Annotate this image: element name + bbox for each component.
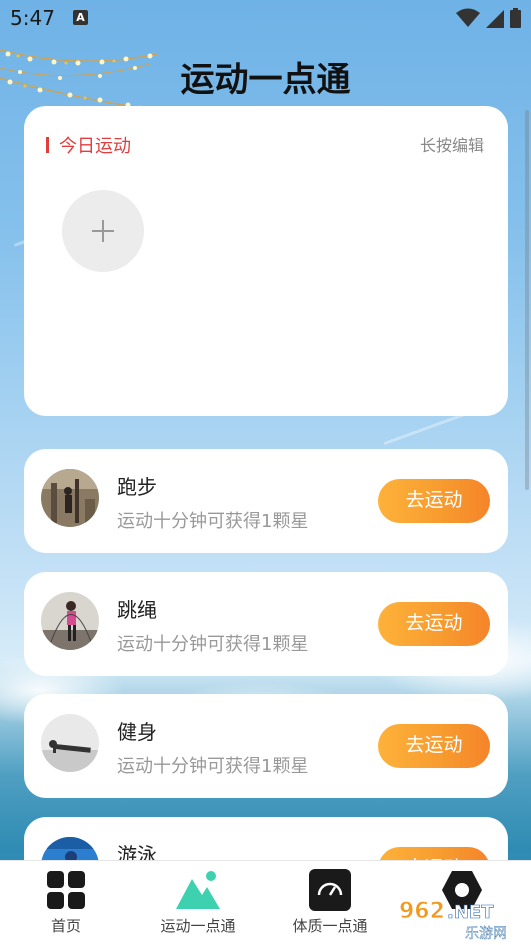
scrollbar[interactable] [525,110,529,490]
svg-text:962: 962 [399,899,445,924]
exercise-desc: 运动十分钟可获得1颗星 [117,511,309,532]
status-time: 5:47 [10,6,55,30]
gauge-icon [309,869,351,911]
a-icon: A [73,10,88,25]
nav-item-exercise[interactable]: 运动一点通 [132,869,264,936]
nav-label: 运动一点通 [160,917,236,935]
mountain-icon [176,871,220,909]
swimming-avatar [41,837,99,860]
status-bar: 5:47 A [0,0,531,36]
edit-hint: 长按编辑 [419,136,484,155]
exercise-name: 跑步 [117,475,157,499]
go-exercise-button[interactable]: 去运动 [378,724,490,768]
svg-text:.NET: .NET [447,902,494,923]
go-exercise-button[interactable]: 去运动 [378,479,490,523]
today-exercise-card[interactable]: 今日运动 长按编辑 [24,106,508,416]
add-exercise-button[interactable] [62,190,144,272]
exercise-name: 游泳 [117,843,157,860]
jump-rope-avatar [41,592,99,650]
section-marker [46,137,49,153]
go-exercise-button[interactable]: 去运动 [378,602,490,646]
battery-icon [510,8,521,28]
exercise-desc: 运动十分钟可获得1颗星 [117,634,309,655]
exercise-name: 健身 [117,720,157,744]
today-header: 今日运动 [46,132,131,158]
fitness-avatar [41,714,99,772]
exercise-desc: 运动十分钟可获得1颗星 [117,756,309,777]
signal-icon [486,10,504,28]
nav-item-physique[interactable]: 体质一点通 [264,869,396,936]
nav-label: 体质一点通 [292,917,368,935]
exercise-card-running[interactable]: 跑步 运动十分钟可获得1颗星 去运动 [24,449,508,553]
system-icons [456,8,521,28]
nav-item-home[interactable]: 首页 [0,869,132,936]
nav-label: 首页 [50,917,81,935]
exercise-card-swimming[interactable]: 游泳 去运动 [24,817,508,860]
plus-icon [92,220,114,242]
exercise-name: 跳绳 [117,598,157,622]
running-avatar [41,469,99,527]
exercise-card-jump-rope[interactable]: 跳绳 运动十分钟可获得1颗星 去运动 [24,572,508,676]
exercise-card-fitness[interactable]: 健身 运动十分钟可获得1颗星 去运动 [24,694,508,798]
go-exercise-button[interactable]: 去运动 [378,847,490,860]
wifi-icon [456,8,480,27]
grid-icon [47,871,85,909]
svg-text:乐游网: 乐游网 [465,926,507,942]
page-title: 运动一点通 [180,60,351,100]
today-title: 今日运动 [59,136,131,157]
watermark-logo: 962 .NET 乐游网 [399,899,508,942]
